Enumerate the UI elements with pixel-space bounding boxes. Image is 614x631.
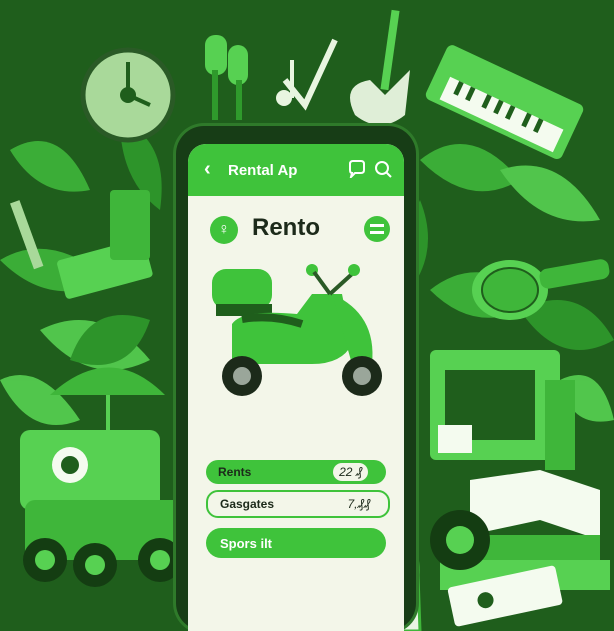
brand-name: Rento <box>252 214 320 241</box>
header-title: Rental Ap <box>228 162 298 179</box>
back-icon[interactable]: ‹ <box>204 158 211 181</box>
list-item-gasgates[interactable]: Gasgates 7,₰₰ <box>206 490 390 518</box>
chat-icon[interactable] <box>348 160 366 178</box>
primary-button[interactable]: Spors ilt <box>206 528 386 558</box>
scooter-image <box>212 264 382 396</box>
app-header: ‹ Rental Ap <box>188 144 404 196</box>
brand-logo-icon: ♀ <box>210 216 238 244</box>
phone-device: ‹ Rental Ap ♀ Rento Rents 22 ₰ Gasgates … <box>176 126 416 631</box>
app-screen: ‹ Rental Ap ♀ Rento Rents 22 ₰ Gasgates … <box>188 144 404 631</box>
search-icon[interactable] <box>374 160 392 178</box>
wheel-icon <box>430 510 490 570</box>
row-value: 7,₰₰ <box>347 497 370 511</box>
tv-icon <box>430 350 575 470</box>
brand-row: ♀ Rento <box>188 206 404 256</box>
row-label: Rents <box>218 465 252 479</box>
list-item-rents[interactable]: Rents 22 ₰ <box>206 460 386 484</box>
primary-button-label: Spors ilt <box>220 536 273 551</box>
clock-icon <box>80 47 176 143</box>
row-value: 22 ₰ <box>333 463 368 481</box>
row-label: Gasgates <box>220 497 275 511</box>
menu-icon[interactable] <box>364 216 390 242</box>
